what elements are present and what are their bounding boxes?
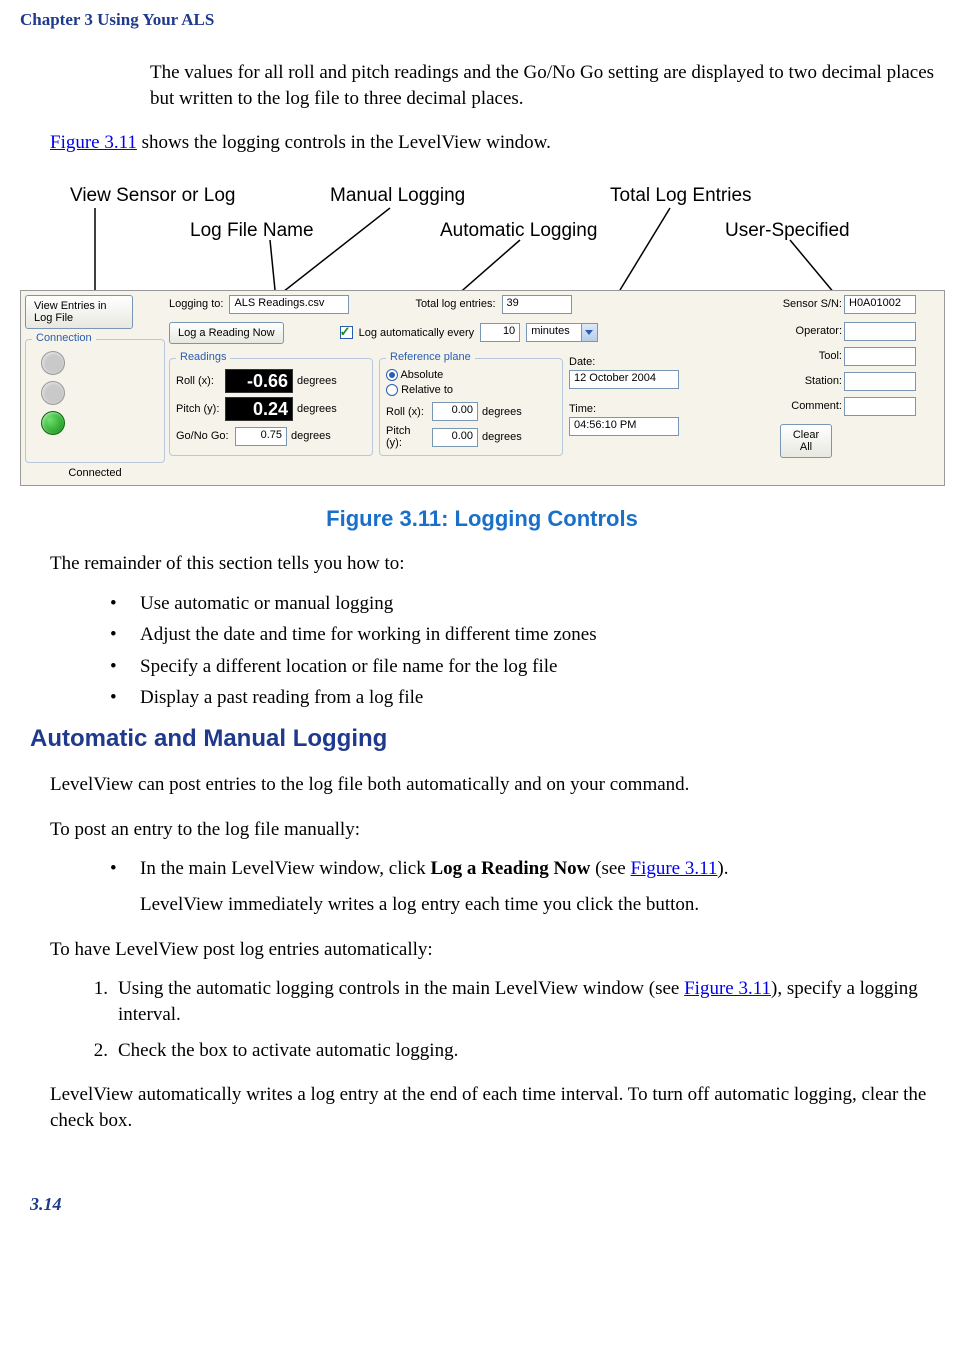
logging-to-field[interactable]: ALS Readings.csv bbox=[229, 295, 349, 314]
bullet-text: Adjust the date and time for working in … bbox=[140, 622, 597, 648]
gonogo-label: Go/No Go: bbox=[176, 430, 231, 442]
comment-field[interactable] bbox=[844, 397, 916, 416]
step-number: 1. bbox=[80, 976, 118, 1027]
degrees-label: degrees bbox=[297, 375, 337, 387]
log-auto-interval[interactable]: 10 bbox=[480, 323, 520, 342]
paragraph: To have LevelView post log entries autom… bbox=[50, 937, 944, 963]
paragraph: LevelView can post entries to the log fi… bbox=[50, 772, 944, 798]
bullet-text: Specify a different location or file nam… bbox=[140, 654, 558, 680]
text: (see bbox=[590, 858, 630, 879]
logging-to-label: Logging to: bbox=[169, 298, 223, 310]
paragraph: The remainder of this section tells you … bbox=[50, 551, 944, 577]
levelview-screenshot: View Entries in Log File Connection Conn… bbox=[20, 290, 945, 486]
section-heading: Automatic and Manual Logging bbox=[30, 725, 944, 753]
degrees-label: degrees bbox=[297, 403, 337, 415]
status-light-off bbox=[41, 351, 65, 375]
figure-link[interactable]: Figure 3.11 bbox=[631, 858, 718, 879]
pitch-y-label: Pitch (y): bbox=[176, 403, 221, 415]
readings-group-title: Readings bbox=[176, 351, 230, 363]
log-reading-now-button[interactable]: Log a Reading Now bbox=[169, 322, 284, 344]
log-auto-checkbox[interactable] bbox=[340, 326, 353, 339]
figure-caption: Figure 3.11: Logging Controls bbox=[20, 506, 944, 532]
absolute-label: Absolute bbox=[400, 369, 443, 381]
numbered-list: 1. Using the automatic logging controls … bbox=[80, 976, 944, 1063]
roll-x-label: Roll (x): bbox=[176, 375, 221, 387]
paragraph: LevelView automatically writes a log ent… bbox=[50, 1082, 944, 1133]
text: Using the automatic logging controls in … bbox=[118, 978, 684, 999]
callout-area: View Sensor or Log Log File Name Manual … bbox=[20, 170, 944, 290]
log-auto-label: Log automatically every bbox=[359, 327, 475, 339]
callout-log-file-name: Log File Name bbox=[190, 220, 314, 242]
log-auto-unit-select[interactable]: minutes bbox=[526, 323, 582, 342]
total-log-label: Total log entries: bbox=[415, 298, 495, 310]
pitch-y-value: 0.24 bbox=[225, 397, 293, 421]
connected-label: Connected bbox=[25, 467, 165, 479]
clear-all-text: Clear All bbox=[793, 429, 819, 453]
status-light-green bbox=[41, 411, 65, 435]
sensor-sn-value: H0A01002 bbox=[844, 295, 916, 314]
roll-x-value: -0.66 bbox=[225, 369, 293, 393]
relative-radio[interactable] bbox=[386, 384, 398, 396]
ref-roll-label: Roll (x): bbox=[386, 406, 428, 418]
figure-link[interactable]: Figure 3.11 bbox=[50, 132, 137, 153]
tool-label: Tool: bbox=[780, 350, 842, 362]
status-light-off bbox=[41, 381, 65, 405]
connection-group-title: Connection bbox=[32, 332, 96, 344]
bullet-list: •Use automatic or manual logging •Adjust… bbox=[110, 591, 944, 712]
step-number: 2. bbox=[80, 1038, 118, 1064]
view-entries-button[interactable]: View Entries in Log File bbox=[25, 295, 133, 329]
paragraph: To post an entry to the log file manuall… bbox=[50, 817, 944, 843]
date-value: 12 October 2004 bbox=[569, 370, 679, 389]
callout-manual-logging: Manual Logging bbox=[330, 185, 465, 207]
total-log-field: 39 bbox=[502, 295, 572, 314]
degrees-label: degrees bbox=[291, 430, 331, 442]
page-number: 3.14 bbox=[30, 1194, 944, 1215]
station-field[interactable] bbox=[844, 372, 916, 391]
ref-pitch-value[interactable]: 0.00 bbox=[432, 428, 478, 447]
bullet-text: Display a past reading from a log file bbox=[140, 685, 423, 711]
ref-pitch-label: Pitch (y): bbox=[386, 425, 428, 449]
relative-label: Relative to bbox=[401, 384, 453, 396]
figure-link[interactable]: Figure 3.11 bbox=[684, 978, 771, 999]
text: In the main LevelView window, click bbox=[140, 858, 430, 879]
bold-text: Log a Reading Now bbox=[430, 858, 590, 879]
text: ). bbox=[717, 858, 728, 879]
callout-total-log-entries: Total Log Entries bbox=[610, 185, 752, 207]
time-value: 04:56:10 PM bbox=[569, 417, 679, 436]
operator-label: Operator: bbox=[780, 325, 842, 337]
station-label: Station: bbox=[780, 375, 842, 387]
ref-roll-value[interactable]: 0.00 bbox=[432, 402, 478, 421]
paragraph: Figure 3.11 shows the logging controls i… bbox=[50, 130, 944, 156]
chapter-header: Chapter 3 Using Your ALS bbox=[20, 10, 944, 30]
clear-all-button[interactable]: Clear All bbox=[780, 424, 832, 458]
callout-view-sensor: View Sensor or Log bbox=[70, 185, 235, 207]
comment-label: Comment: bbox=[780, 400, 842, 412]
text: shows the logging controls in the LevelV… bbox=[137, 132, 551, 153]
sensor-sn-label: Sensor S/N: bbox=[780, 298, 842, 310]
operator-field[interactable] bbox=[844, 322, 916, 341]
callout-user-specified: User-Specified bbox=[725, 220, 850, 242]
refplane-group-title: Reference plane bbox=[386, 351, 475, 363]
bullet-text: Use automatic or manual logging bbox=[140, 591, 393, 617]
callout-automatic-logging: Automatic Logging bbox=[440, 220, 597, 242]
paragraph: The values for all roll and pitch readin… bbox=[150, 60, 944, 111]
text: Check the box to activate automatic logg… bbox=[118, 1038, 458, 1064]
time-label: Time: bbox=[569, 403, 689, 415]
degrees-label: degrees bbox=[482, 431, 522, 443]
degrees-label: degrees bbox=[482, 406, 522, 418]
tool-field[interactable] bbox=[844, 347, 916, 366]
bullet-list: • In the main LevelView window, click Lo… bbox=[110, 856, 944, 917]
absolute-radio[interactable] bbox=[386, 369, 398, 381]
dropdown-arrow-icon[interactable] bbox=[582, 323, 598, 342]
date-label: Date: bbox=[569, 356, 689, 368]
text: LevelView immediately writes a log entry… bbox=[140, 892, 728, 918]
gonogo-value: 0.75 bbox=[235, 427, 287, 446]
